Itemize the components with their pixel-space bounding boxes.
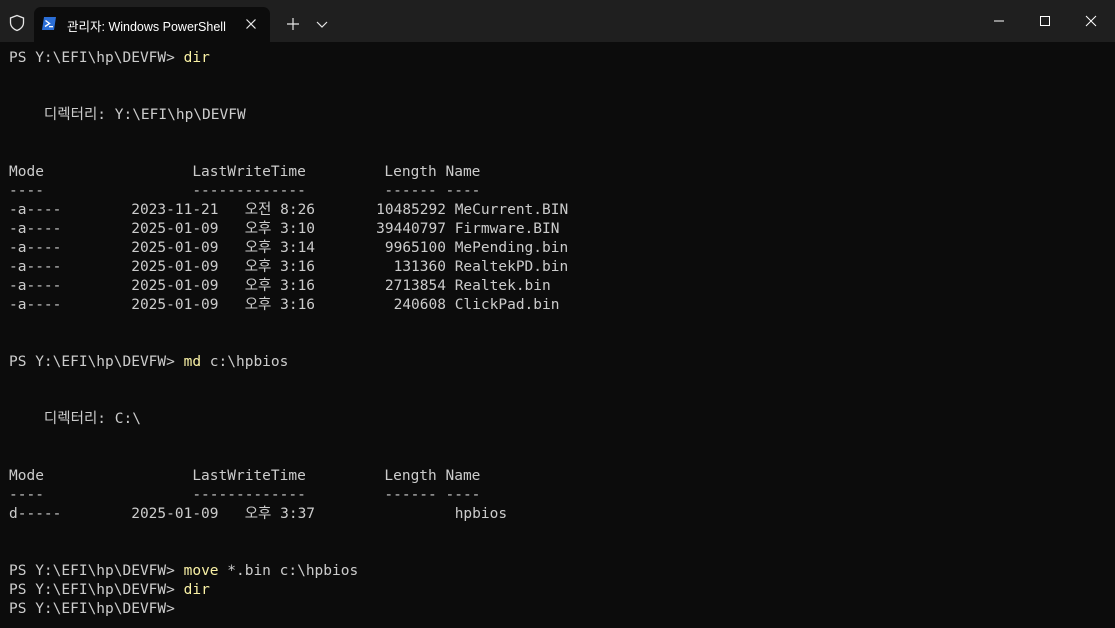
output-line: Mode LastWriteTime Length Name (9, 164, 481, 180)
tab-powershell[interactable]: 관리자: Windows PowerShell (34, 7, 270, 42)
prompt-text: PS Y:\EFI\hp\DEVFW> (9, 601, 184, 617)
output-line: -a---- 2025-01-09 오후 3:16 2713854 Realte… (9, 278, 551, 294)
maximize-icon (1040, 16, 1050, 26)
prompt-line: PS Y:\EFI\hp\DEVFW> dir (9, 581, 1109, 600)
command-args: c:\hpbios (201, 354, 289, 370)
prompt-line: PS Y:\EFI\hp\DEVFW> move *.bin c:\hpbios (9, 562, 1109, 581)
command-text: move (183, 563, 219, 579)
maximize-button[interactable] (1022, 0, 1068, 42)
chevron-down-icon[interactable] (313, 15, 331, 33)
prompt-line: PS Y:\EFI\hp\DEVFW> dir (9, 49, 1109, 68)
prompt-text: PS Y:\EFI\hp\DEVFW> (9, 354, 184, 370)
minimize-button[interactable] (976, 0, 1022, 42)
command-text: dir (183, 582, 210, 598)
output-line: -a---- 2023-11-21 오전 8:26 10485292 MeCur… (9, 202, 569, 218)
close-tab-icon[interactable] (244, 17, 258, 31)
prompt-text: PS Y:\EFI\hp\DEVFW> (9, 50, 184, 66)
output-line: -a---- 2025-01-09 오후 3:16 240608 ClickPa… (9, 297, 560, 313)
output-line: 디렉터리: C:\ (9, 411, 141, 427)
output-line: -a---- 2025-01-09 오후 3:10 39440797 Firmw… (9, 221, 560, 237)
prompt-line: PS Y:\EFI\hp\DEVFW> (9, 600, 1109, 619)
new-tab-plus-icon[interactable] (284, 15, 302, 33)
command-text: md (183, 354, 202, 370)
prompt-line: PS Y:\EFI\hp\DEVFW> md c:\hpbios (9, 353, 1109, 372)
shield-icon (9, 14, 25, 32)
terminal-output[interactable]: PS Y:\EFI\hp\DEVFW> dir 디렉터리: Y:\EFI\hp\… (9, 49, 1109, 623)
tab-title: 관리자: Windows PowerShell (67, 20, 226, 34)
close-icon (1085, 15, 1097, 27)
powershell-window: 관리자: Windows PowerShell PS Y:\EFI\hp\DEV… (0, 0, 1115, 628)
prompt-text: PS Y:\EFI\hp\DEVFW> (9, 582, 184, 598)
output-line: d----- 2025-01-09 오후 3:37 hpbios (9, 506, 508, 522)
close-window-button[interactable] (1068, 0, 1114, 42)
output-line: ---- ------------- ------ ---- (9, 183, 481, 199)
command-text: dir (183, 50, 210, 66)
powershell-icon (42, 17, 56, 30)
title-bar: 관리자: Windows PowerShell (0, 0, 1115, 42)
output-line: Mode LastWriteTime Length Name (9, 468, 481, 484)
prompt-text: PS Y:\EFI\hp\DEVFW> (9, 563, 184, 579)
output-line: ---- ------------- ------ ---- (9, 487, 481, 503)
output-line: -a---- 2025-01-09 오후 3:16 131360 Realtek… (9, 259, 569, 275)
output-line: -a---- 2025-01-09 오후 3:14 9965100 MePend… (9, 240, 569, 256)
minimize-icon (994, 20, 1004, 22)
output-line: 디렉터리: Y:\EFI\hp\DEVFW (9, 107, 246, 123)
command-args: *.bin c:\hpbios (218, 563, 359, 579)
